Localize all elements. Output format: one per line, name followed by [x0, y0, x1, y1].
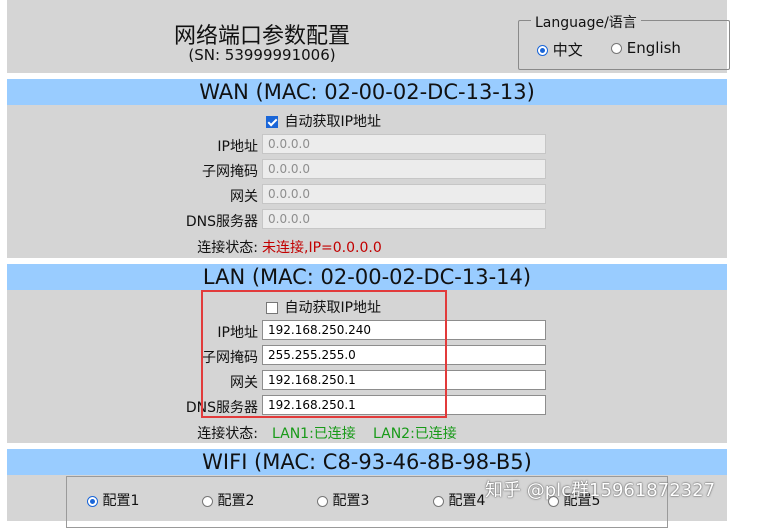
language-option-chinese[interactable]: 中文 — [537, 39, 583, 60]
wifi-config-3[interactable]: 配置3 — [317, 490, 369, 510]
wan-ip-label: IP地址 — [217, 139, 258, 155]
wan-gateway-field[interactable]: 0.0.0.0 — [262, 184, 546, 204]
header-panel: 网络端口参数配置 (SN: 53999991006) Language/语言 中… — [7, 0, 730, 73]
wan-dns-label: DNS服务器 — [185, 214, 258, 230]
lan-section-title: LAN (MAC: 02-00-02-DC-13-14) — [7, 264, 727, 290]
wifi-config-label: 配置1 — [102, 493, 140, 509]
language-option-label: English — [626, 39, 681, 57]
wan-dns-field[interactable]: 0.0.0.0 — [262, 209, 546, 229]
wifi-config-label: 配置4 — [448, 493, 486, 509]
wifi-section-title: WIFI (MAC: C8-93-46-8B-98-B5) — [7, 449, 727, 475]
radio-icon[interactable] — [611, 43, 622, 54]
wifi-config-2[interactable]: 配置2 — [202, 490, 254, 510]
language-legend: Language/语言 — [531, 12, 641, 32]
radio-icon[interactable] — [87, 495, 98, 507]
checkbox-checked-icon[interactable] — [266, 116, 278, 128]
wan-auto-ip-checkbox[interactable]: 自动获取IP地址 — [266, 111, 381, 131]
wifi-config-4[interactable]: 配置4 — [433, 490, 485, 510]
highlight-box — [201, 290, 447, 418]
radio-icon[interactable] — [433, 495, 444, 507]
language-group: Language/语言 中文 English — [518, 12, 730, 70]
wan-section-title: WAN (MAC: 02-00-02-DC-13-13) — [7, 79, 727, 105]
radio-icon[interactable] — [537, 45, 548, 56]
radio-icon[interactable] — [317, 495, 328, 507]
wifi-config-label: 配置3 — [332, 493, 370, 509]
lan-status-label: 连接状态: — [197, 426, 258, 442]
language-option-label: 中文 — [552, 41, 583, 59]
wan-gateway-label: 网关 — [230, 189, 258, 205]
wan-ip-field[interactable]: 0.0.0.0 — [262, 134, 546, 154]
wifi-config-1[interactable]: 配置1 — [87, 490, 139, 510]
language-option-english[interactable]: English — [611, 39, 681, 57]
wan-subnet-label: 子网掩码 — [202, 164, 258, 180]
lan2-status: LAN2:已连接 — [373, 426, 457, 442]
lan1-status: LAN1:已连接 — [272, 426, 356, 442]
radio-icon[interactable] — [202, 495, 213, 507]
wan-subnet-field[interactable]: 0.0.0.0 — [262, 159, 546, 179]
serial-number: (SN: 53999991006) — [188, 46, 336, 64]
wan-status-value: 未连接,IP=0.0.0.0 — [262, 240, 382, 256]
wifi-config-label: 配置2 — [217, 493, 255, 509]
wan-status-label: 连接状态: — [197, 240, 258, 256]
wan-auto-ip-label: 自动获取IP地址 — [284, 114, 382, 130]
watermark: 知乎 @plc群15961872327 — [485, 480, 716, 501]
